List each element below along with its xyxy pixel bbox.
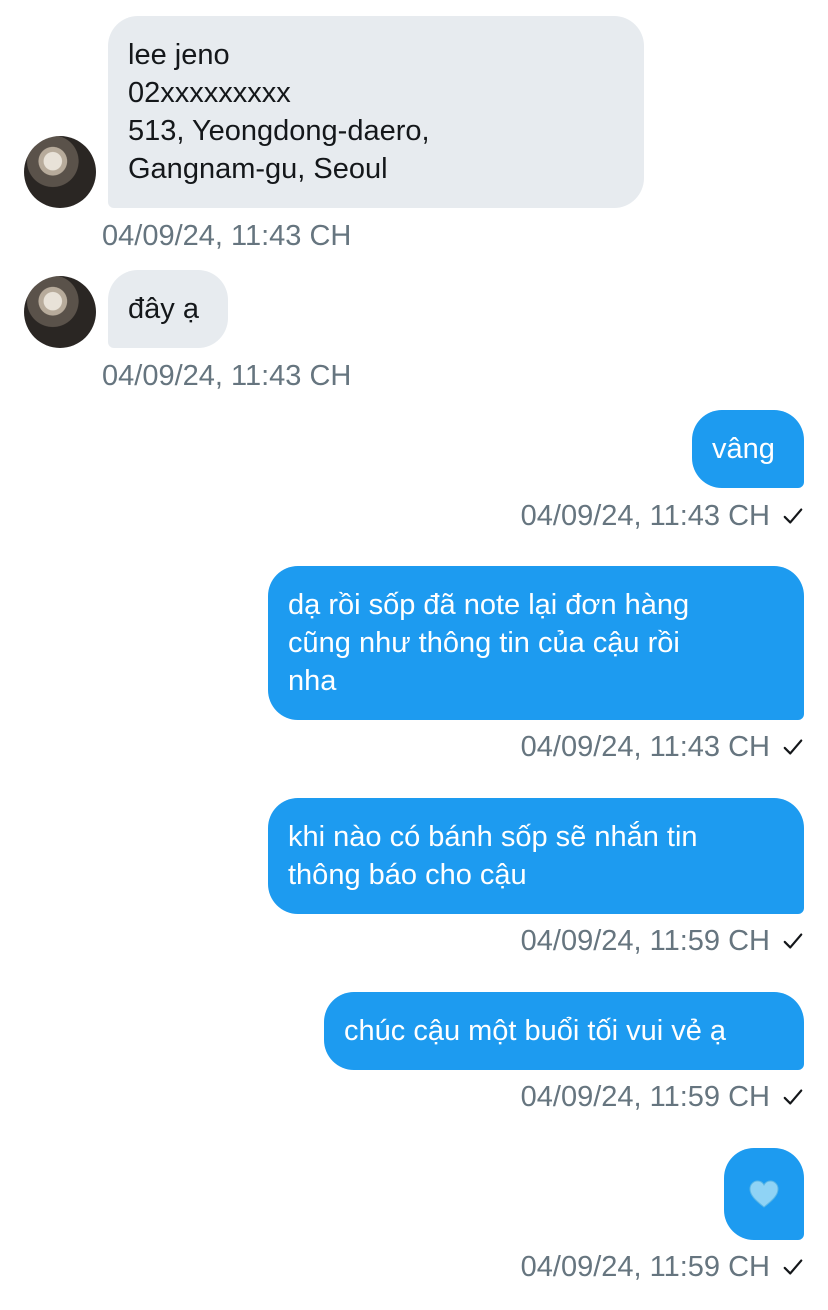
message-text: lee jeno 02xxxxxxxxx 513, Yeongdong-daer… [128,39,430,185]
message-timestamp: 04/09/24, 11:59 CH [520,1251,770,1283]
message-meta: 04/09/24, 11:59 CH [521,1079,804,1115]
message-timestamp: 04/09/24, 11:59 CH [520,925,770,957]
message-meta: 04/09/24, 11:43 CH [521,498,804,534]
message-meta: 04/09/24, 11:43 CH [521,729,804,765]
message-text: dạ rồi sốp đã note lại đơn hàng cũng như… [288,589,690,697]
message-timestamp: 04/09/24, 11:43 CH [520,500,770,532]
check-icon [783,933,803,949]
message-bubble-incoming[interactable]: đây ạ [108,270,228,348]
message-bubble-incoming[interactable]: lee jeno 02xxxxxxxxx 513, Yeongdong-daer… [108,16,644,208]
message-timestamp: 04/09/24, 11:59 CH [520,1081,770,1113]
message-text: khi nào có bánh sốp sẽ nhắn tin thông bá… [288,821,698,891]
message-timestamp: 04/09/24, 11:43 CH [102,220,352,252]
message-timestamp: 04/09/24, 11:43 CH [520,731,770,763]
check-icon [783,1089,803,1105]
message-bubble-outgoing[interactable] [724,1148,804,1240]
check-icon [783,1259,803,1275]
user-avatar[interactable] [24,136,96,208]
message-bubble-outgoing[interactable]: dạ rồi sốp đã note lại đơn hàng cũng như… [268,566,804,720]
user-avatar[interactable] [24,276,96,348]
light-blue-heart-icon [749,1180,779,1208]
message-meta: 04/09/24, 11:59 CH [521,923,804,959]
check-icon [783,508,803,524]
check-icon [783,739,803,755]
message-bubble-outgoing[interactable]: khi nào có bánh sốp sẽ nhắn tin thông bá… [268,798,804,914]
message-timestamp: 04/09/24, 11:43 CH [102,360,352,392]
message-text: đây ạ [128,293,199,325]
message-text: chúc cậu một buổi tối vui vẻ ạ [344,1015,727,1047]
message-meta: 04/09/24, 11:59 CH [521,1249,804,1285]
message-bubble-outgoing[interactable]: vâng [692,410,804,488]
message-bubble-outgoing[interactable]: chúc cậu một buổi tối vui vẻ ạ [324,992,804,1070]
message-text: vâng [712,433,775,465]
